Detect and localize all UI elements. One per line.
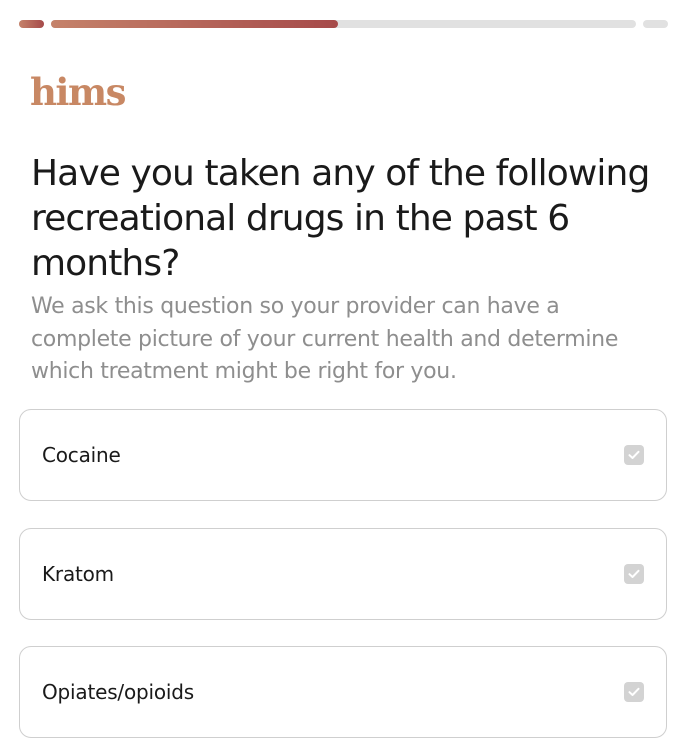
progress-segment — [643, 20, 668, 28]
progress-segment-fill — [19, 20, 44, 28]
question-description: We ask this question so your provider ca… — [31, 294, 619, 384]
progress-segment — [19, 20, 44, 28]
brand-logo: hims — [30, 70, 126, 114]
progress-segment-fill — [51, 20, 338, 28]
option-label: Kratom — [42, 562, 114, 586]
progress-segment — [51, 20, 636, 28]
check-icon — [628, 687, 640, 696]
option-checkbox[interactable] — [624, 682, 644, 702]
option-opiates-opioids[interactable]: Opiates/opioids — [19, 646, 667, 738]
option-kratom[interactable]: Kratom — [19, 528, 667, 620]
option-label: Opiates/opioids — [42, 680, 194, 704]
option-label: Cocaine — [42, 443, 121, 467]
check-icon — [628, 569, 640, 578]
option-checkbox[interactable] — [624, 445, 644, 465]
option-checkbox[interactable] — [624, 564, 644, 584]
page-title: Have you taken any of the following recr… — [31, 153, 650, 284]
progress-bar — [19, 20, 669, 29]
option-cocaine[interactable]: Cocaine — [19, 409, 667, 501]
check-icon — [628, 450, 640, 459]
